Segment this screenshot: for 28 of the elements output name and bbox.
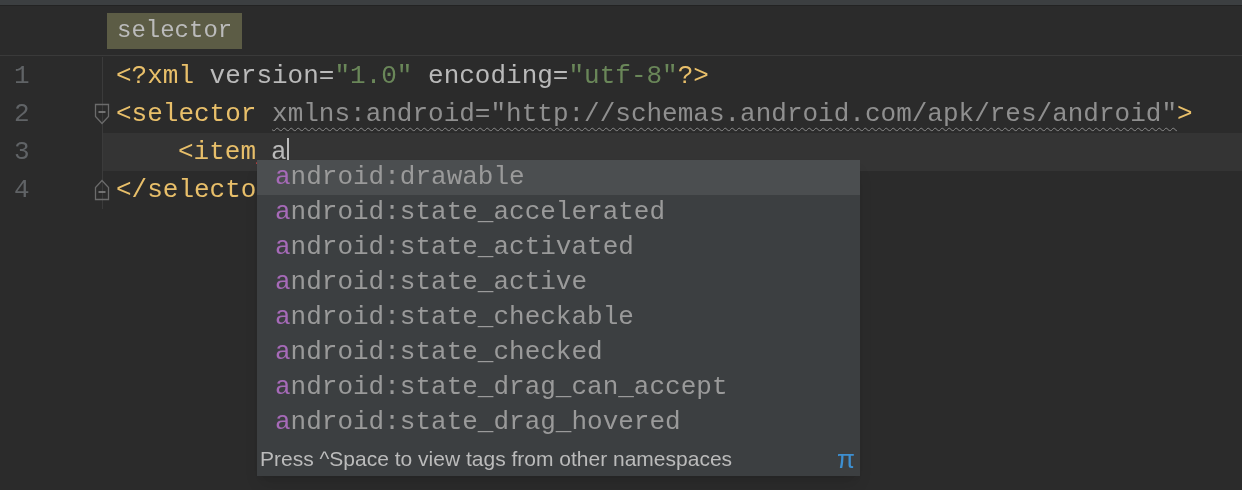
completion-item[interactable]: android:state_checkable — [257, 300, 860, 335]
breadcrumb-tag[interactable]: selector — [107, 12, 243, 49]
pi-symbol[interactable]: π — [837, 439, 857, 479]
code-text: encoding= — [428, 59, 569, 93]
fold-marker-icon[interactable] — [94, 179, 110, 201]
completion-item[interactable]: android:state_active — [257, 265, 860, 300]
string-value: "utf-8" — [568, 59, 678, 93]
completion-item[interactable]: android:state_drag_hovered — [257, 405, 860, 440]
code-text: version= — [209, 59, 335, 93]
fold-marker-icon[interactable] — [94, 103, 110, 125]
line-number: 3 — [14, 135, 30, 169]
line-number: 1 — [14, 59, 30, 93]
completion-item[interactable]: android:drawable — [257, 160, 860, 195]
xml-tag-token: <selector — [116, 97, 257, 131]
completion-item[interactable]: android:state_accelerated — [257, 195, 860, 230]
completion-item[interactable]: android:state_activated — [257, 230, 860, 265]
line-number: 4 — [14, 173, 30, 207]
xml-tag-token: > — [1177, 97, 1193, 131]
xml-tag-token: ?> — [677, 59, 709, 93]
namespace-attribute: xmlns:android="http://schemas.android.com/apk/res/android" — [272, 97, 1177, 131]
hint-text: Press ^Space to view tags from other namespaces — [260, 446, 733, 473]
string-value: "1.0" — [334, 59, 413, 93]
xml-tag-token: <item — [178, 135, 256, 169]
line-number: 2 — [14, 97, 30, 131]
completion-item[interactable]: android:state_drag_can_accept — [257, 370, 860, 405]
completion-item[interactable]: android:state_checked — [257, 335, 860, 370]
xml-tag-token: <?xml — [116, 59, 194, 93]
xml-tag-token: </selecto — [116, 173, 257, 207]
